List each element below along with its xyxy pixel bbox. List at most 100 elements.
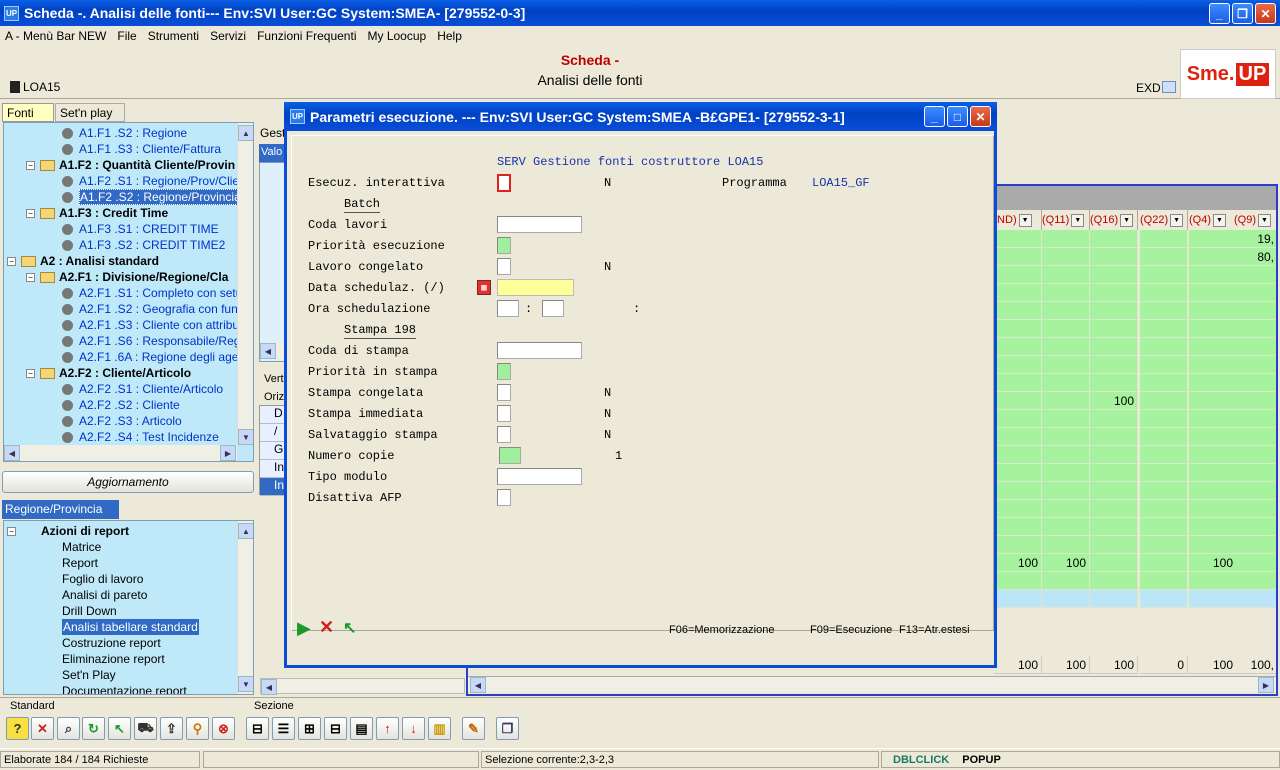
- grid-cell[interactable]: [1234, 428, 1276, 446]
- column-dropdown-icon[interactable]: ▼: [1258, 213, 1271, 227]
- grid-cell[interactable]: [994, 284, 1042, 302]
- grid-cell[interactable]: [1140, 356, 1188, 374]
- help-icon[interactable]: ?: [6, 717, 29, 740]
- grid-cell[interactable]: [1042, 266, 1090, 284]
- grid-column-header[interactable]: (Q11) ▼: [1042, 210, 1090, 230]
- grid-cell[interactable]: [1234, 302, 1276, 320]
- esecuz-interattiva-input[interactable]: [497, 174, 511, 192]
- tree-folder[interactable]: − A2.F2 : Cliente/Articolo: [26, 365, 191, 381]
- grid-cell[interactable]: [1234, 320, 1276, 338]
- window-icon[interactable]: ▤: [350, 717, 373, 740]
- grid-cell[interactable]: [1090, 536, 1138, 554]
- tree-item[interactable]: A1.F3 .S1 : CREDIT TIME: [62, 221, 219, 237]
- grid-cell[interactable]: [1090, 482, 1138, 500]
- menu-file[interactable]: File: [117, 29, 136, 43]
- grid-cell[interactable]: [1234, 500, 1276, 518]
- scroll-left-icon[interactable]: ◀: [470, 677, 486, 693]
- grid-hscrollbar[interactable]: ◀ ▶: [468, 676, 1276, 693]
- column-dropdown-icon[interactable]: ▼: [1120, 213, 1134, 227]
- report-action-item[interactable]: Analisi di pareto: [62, 587, 147, 603]
- columns-icon[interactable]: ▥: [428, 717, 451, 740]
- grid-cell[interactable]: [1189, 518, 1237, 536]
- grid-cell[interactable]: [994, 374, 1042, 392]
- column-dropdown-icon[interactable]: ▼: [1018, 213, 1032, 227]
- grid-cell[interactable]: [994, 482, 1042, 500]
- aggiornamento-button[interactable]: Aggiornamento: [2, 471, 254, 493]
- grid-cell[interactable]: [1189, 500, 1237, 518]
- tree-item[interactable]: A1.F1 .S3 : Cliente/Fattura: [62, 141, 221, 157]
- grid-cell[interactable]: [1189, 392, 1237, 410]
- tab-set-n-play[interactable]: Set'n play: [55, 103, 125, 122]
- grid-cell[interactable]: [1140, 590, 1188, 608]
- grid-cell[interactable]: [1189, 464, 1237, 482]
- grid-cell[interactable]: 100: [1042, 554, 1090, 572]
- fkey-f13[interactable]: F13=Atr.estesi: [899, 624, 970, 636]
- lavoro-congelato-input[interactable]: [497, 258, 511, 275]
- grid-cell[interactable]: [1140, 446, 1188, 464]
- grid-cell[interactable]: [994, 572, 1042, 590]
- scroll-down-icon[interactable]: ▼: [238, 429, 253, 445]
- grid-cell[interactable]: [1189, 590, 1237, 608]
- grid-cell[interactable]: [1140, 554, 1188, 572]
- grid-cell[interactable]: [1090, 518, 1138, 536]
- grid-cell[interactable]: [1042, 302, 1090, 320]
- arrow-up-icon[interactable]: ↑: [376, 717, 399, 740]
- grid-cell[interactable]: [1140, 374, 1188, 392]
- tab-gestione[interactable]: Gest: [258, 123, 285, 143]
- grid-cell[interactable]: [1140, 500, 1188, 518]
- menu-a[interactable]: A - Menù Bar NEW: [5, 29, 106, 43]
- tree-item[interactable]: A1.F2 .S1 : Regione/Prov/Client: [62, 173, 249, 189]
- middle-bottom-hscrollbar[interactable]: ◀: [260, 678, 465, 695]
- middle-grid-row-selected[interactable]: In: [260, 478, 286, 496]
- grid-cell[interactable]: [1042, 464, 1090, 482]
- grid-cell[interactable]: [1189, 302, 1237, 320]
- grid-cell[interactable]: [1140, 410, 1188, 428]
- grid-cell[interactable]: [1234, 410, 1276, 428]
- tree-item[interactable]: A1.F3 .S2 : CREDIT TIME2: [62, 237, 225, 253]
- minimize-button[interactable]: _: [1209, 3, 1230, 24]
- grid-cell[interactable]: [1189, 338, 1237, 356]
- restore-button[interactable]: ❐: [1232, 3, 1253, 24]
- data-schedulaz-input[interactable]: [497, 279, 574, 296]
- list-layout-icon[interactable]: ☰: [272, 717, 295, 740]
- coda-di-stampa-input[interactable]: [497, 342, 582, 359]
- grid-cell[interactable]: [1090, 428, 1138, 446]
- grid-cell[interactable]: [1189, 536, 1237, 554]
- grid-cell[interactable]: [994, 500, 1042, 518]
- grid-cell[interactable]: [1042, 572, 1090, 590]
- grid-cell[interactable]: [1042, 338, 1090, 356]
- grid-cell[interactable]: [1234, 374, 1276, 392]
- middle-grid-row[interactable]: In: [260, 460, 286, 478]
- report-action-item[interactable]: Foglio di lavoro: [62, 571, 143, 587]
- cart-icon[interactable]: ⛟: [134, 717, 157, 740]
- report-action-item[interactable]: Costruzione report: [62, 635, 161, 651]
- coda-lavori-input[interactable]: [497, 216, 582, 233]
- menu-strumenti[interactable]: Strumenti: [148, 29, 199, 43]
- grid-cell[interactable]: [1234, 590, 1276, 608]
- scroll-left-icon[interactable]: ◀: [261, 679, 277, 695]
- grid-cell[interactable]: [1234, 536, 1276, 554]
- ora-minute-input[interactable]: [542, 300, 564, 317]
- grid-cell[interactable]: [1090, 320, 1138, 338]
- grid-cell[interactable]: [1234, 446, 1276, 464]
- tree-item[interactable]: A2.F1 .S2 : Geografia con funzio: [62, 301, 253, 317]
- grid-cell[interactable]: [1234, 554, 1276, 572]
- middle-grid-row[interactable]: D: [260, 406, 286, 424]
- grid-cell[interactable]: [1090, 230, 1138, 248]
- priorita-esecuzione-input[interactable]: [497, 237, 511, 254]
- export-icon[interactable]: ⇪: [160, 717, 183, 740]
- column-dropdown-icon[interactable]: ▼: [1170, 213, 1184, 227]
- grid-column-header[interactable]: (Q4) ▼: [1189, 210, 1237, 230]
- scroll-down-icon[interactable]: ▼: [238, 676, 253, 692]
- refresh-icon[interactable]: ↻: [82, 717, 105, 740]
- disattiva-afp-input[interactable]: [497, 489, 511, 506]
- grid-cell[interactable]: [1234, 284, 1276, 302]
- grid-cell[interactable]: [1189, 266, 1237, 284]
- grid-cell[interactable]: [1090, 572, 1138, 590]
- menu-help[interactable]: Help: [437, 29, 462, 43]
- ora-hour-input[interactable]: [497, 300, 519, 317]
- grid-cell[interactable]: [1042, 392, 1090, 410]
- middle-grid-row[interactable]: G: [260, 442, 286, 460]
- grid-cell[interactable]: [1234, 482, 1276, 500]
- grid-cell[interactable]: 19,: [1234, 230, 1276, 248]
